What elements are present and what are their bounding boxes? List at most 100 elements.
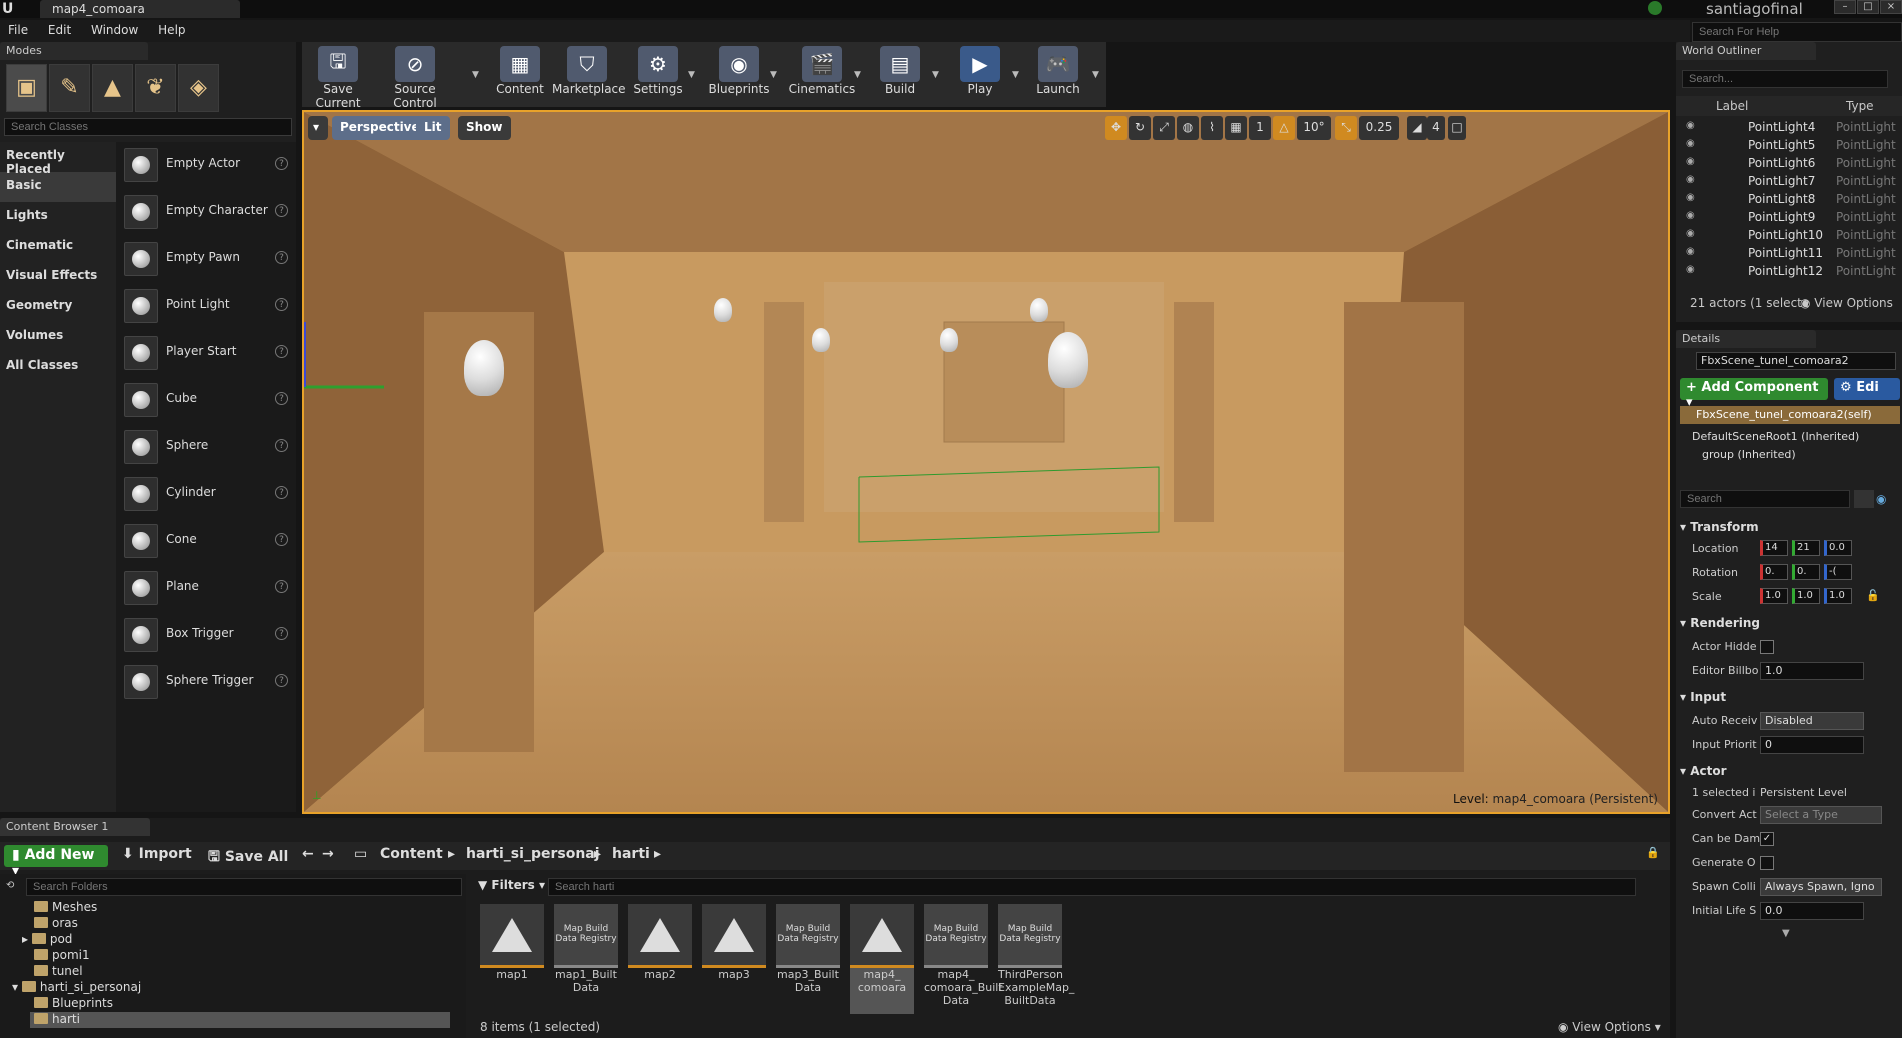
place-mode-icon[interactable]: ▣ — [6, 64, 47, 112]
actor-item[interactable]: Cylinder? — [116, 471, 296, 518]
actor-item[interactable]: Point Light? — [116, 283, 296, 330]
asset-tile-selected[interactable]: map4_ comoara — [850, 904, 914, 1014]
eye-icon[interactable]: ◉ — [1876, 492, 1886, 506]
show-button[interactable]: Show — [458, 116, 511, 140]
actor-item[interactable]: Cube? — [116, 377, 296, 424]
edit-blueprint-button[interactable]: ⚙ Edi — [1834, 378, 1900, 400]
actor-item[interactable]: Box Trigger? — [116, 612, 296, 659]
asset-tile[interactable]: Map Build Data Registry map4_ comoara_Bui… — [924, 904, 1003, 1014]
chevron-down-icon[interactable]: ▼ — [1092, 70, 1099, 80]
actor-item[interactable]: Sphere Trigger? — [116, 659, 296, 706]
scale-y-field[interactable]: 1.0 — [1792, 588, 1820, 604]
list-view-icon[interactable] — [1854, 490, 1874, 508]
list-item[interactable]: ◉ PointLight11 PointLight — [1676, 244, 1902, 262]
actor-item[interactable]: Player Start? — [116, 330, 296, 377]
rendering-section[interactable]: ▾ Rendering — [1680, 616, 1760, 630]
generate-checkbox[interactable] — [1760, 856, 1774, 870]
content-button[interactable]: ▦ Content — [492, 46, 548, 104]
chevron-down-icon[interactable]: ▼ — [932, 70, 939, 80]
help-icon[interactable]: ? — [275, 345, 288, 358]
perspective-button[interactable]: Perspective — [332, 116, 428, 140]
help-icon[interactable]: ? — [275, 251, 288, 264]
angle-snap-icon[interactable]: △ — [1273, 116, 1295, 140]
list-item[interactable]: ◉ PointLight5 PointLight — [1676, 136, 1902, 154]
save-current-button[interactable]: 🖫 Save Current — [306, 46, 370, 110]
minimize-icon[interactable]: – — [1834, 0, 1856, 14]
surface-snap-icon[interactable]: ⌇ — [1201, 116, 1223, 140]
folder-item[interactable]: harti — [30, 1012, 450, 1028]
help-icon[interactable]: ? — [275, 627, 288, 640]
source-control-button[interactable]: ⊘ Source Control — [374, 46, 456, 110]
content-browser-tab[interactable]: Content Browser 1 — [0, 818, 150, 836]
breadcrumb-content[interactable]: Content — [380, 846, 443, 862]
filters-button[interactable]: ▼ Filters ▾ — [478, 878, 545, 892]
list-item[interactable]: ◉ PointLight6 PointLight — [1676, 154, 1902, 172]
list-item[interactable]: ◉ PointLight10 PointLight — [1676, 226, 1902, 244]
help-search-input[interactable] — [1692, 22, 1902, 42]
folder-item[interactable]: oras — [34, 916, 78, 932]
list-item[interactable]: ◉ PointLight4 PointLight — [1676, 118, 1902, 136]
tree-item[interactable]: group (Inherited) — [1702, 448, 1796, 461]
menu-file[interactable]: File — [0, 20, 36, 40]
folder-item[interactable]: tunel — [34, 964, 83, 980]
location-z-field[interactable]: 0.0 — [1824, 540, 1852, 556]
scale-x-field[interactable]: 1.0 — [1760, 588, 1788, 604]
chevron-down-icon[interactable]: ▼ — [1012, 70, 1019, 80]
maximize-icon[interactable]: □ — [1857, 0, 1879, 14]
actor-name-field[interactable]: FbxScene_tunel_comoara2 — [1696, 352, 1896, 370]
angle-value[interactable]: 10° — [1297, 116, 1331, 140]
outliner-search-input[interactable] — [1682, 70, 1888, 88]
history-icon[interactable]: ⟲ — [6, 880, 14, 891]
input-priority-field[interactable]: 0 — [1760, 736, 1864, 754]
eye-icon[interactable]: ◉ — [1686, 264, 1695, 275]
menu-window[interactable]: Window — [83, 20, 146, 40]
help-icon[interactable]: ? — [275, 439, 288, 452]
category-visual-effects[interactable]: Visual Effects — [0, 262, 116, 292]
life-span-field[interactable]: 0.0 — [1760, 902, 1864, 920]
billboard-field[interactable]: 1.0 — [1760, 662, 1864, 680]
asset-tile[interactable]: map1 — [480, 904, 544, 1014]
folder-item[interactable]: Blueprints — [34, 996, 113, 1012]
point-light-icon[interactable] — [1030, 298, 1048, 322]
eye-icon[interactable]: ◉ — [1686, 210, 1695, 221]
help-icon[interactable]: ? — [275, 486, 288, 499]
actor-item[interactable]: Cone? — [116, 518, 296, 565]
lock-icon[interactable]: 🔒 — [1646, 846, 1660, 859]
save-all-button[interactable]: 🖫 Save All — [208, 846, 288, 870]
world-outliner-tab[interactable]: World Outliner — [1676, 42, 1816, 60]
chevron-down-icon[interactable]: ▼ — [854, 70, 861, 80]
category-recently-placed[interactable]: Recently Placed — [0, 142, 116, 176]
world-icon[interactable]: ◍ — [1177, 116, 1199, 140]
chevron-down-icon[interactable]: ▼ — [472, 70, 479, 80]
scale-icon[interactable]: ⤢ — [1153, 116, 1175, 140]
help-icon[interactable]: ? — [275, 674, 288, 687]
list-item[interactable]: ◉ PointLight8 PointLight — [1676, 190, 1902, 208]
eye-icon[interactable]: ◉ — [1686, 228, 1695, 239]
point-light-icon[interactable] — [812, 328, 830, 352]
asset-search-input[interactable] — [548, 878, 1636, 896]
category-geometry[interactable]: Geometry — [0, 292, 116, 322]
category-lights[interactable]: Lights — [0, 202, 116, 232]
details-tab[interactable]: Details — [1676, 330, 1816, 348]
actor-section[interactable]: ▾ Actor — [1680, 764, 1727, 778]
actor-item[interactable]: Plane? — [116, 565, 296, 612]
marketplace-button[interactable]: ⛉ Marketplace — [552, 46, 626, 104]
help-icon[interactable]: ? — [275, 392, 288, 405]
folder-item[interactable]: ▸ pod — [22, 932, 72, 948]
grid-icon[interactable]: ▦ — [1225, 116, 1247, 140]
folder-item[interactable]: Meshes — [34, 900, 97, 916]
maximize-viewport-icon[interactable]: □ — [1448, 116, 1466, 140]
breadcrumb-harti-si-personaj[interactable]: harti_si_personaj — [466, 846, 600, 862]
camera-icon[interactable]: ◢ — [1407, 116, 1427, 140]
folder-search-input[interactable] — [26, 878, 462, 896]
actor-item[interactable]: Sphere? — [116, 424, 296, 471]
viewport-options-button[interactable]: ▾ — [308, 116, 328, 140]
help-icon[interactable]: ? — [275, 157, 288, 170]
scale-z-field[interactable]: 1.0 — [1824, 588, 1852, 604]
category-volumes[interactable]: Volumes — [0, 322, 116, 352]
geometry-mode-icon[interactable]: ◈ — [178, 64, 219, 112]
view-options-button[interactable]: ◉ View Options — [1800, 296, 1893, 310]
eye-icon[interactable]: ◉ — [1686, 120, 1695, 131]
lock-icon[interactable]: 🔓 — [1866, 589, 1880, 602]
import-button[interactable]: ⬇ Import — [122, 846, 192, 862]
